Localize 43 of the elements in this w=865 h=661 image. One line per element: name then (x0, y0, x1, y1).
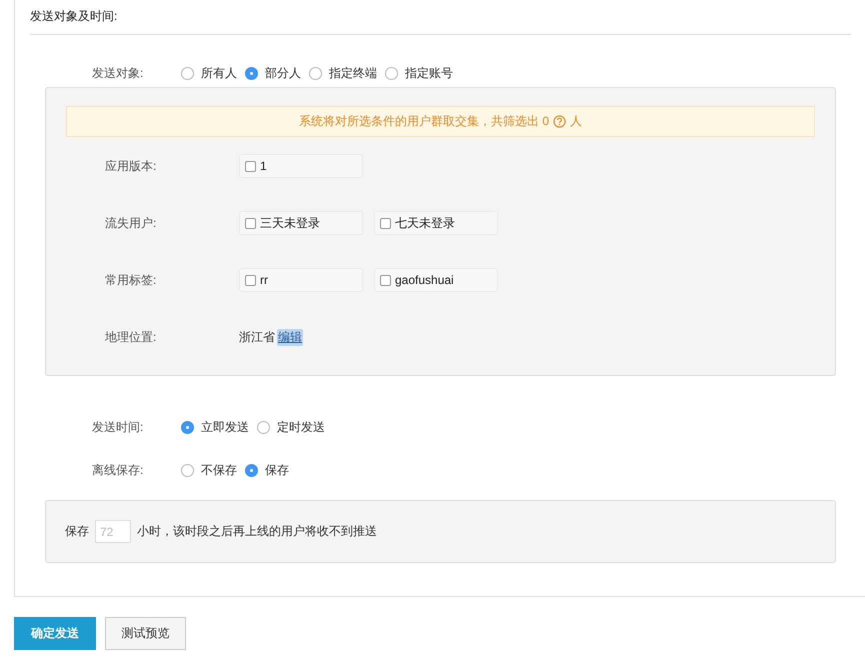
radio-button[interactable] (181, 420, 194, 434)
radio-label[interactable]: 定时发送 (277, 418, 325, 436)
radio-label[interactable]: 指定终端 (329, 64, 377, 82)
radio-label[interactable]: 不保存 (201, 462, 237, 478)
radio-button[interactable] (181, 464, 194, 476)
field-label: 应用版本: (105, 158, 158, 174)
edit-link[interactable]: 编辑 (277, 328, 303, 346)
radio-button[interactable] (309, 66, 322, 80)
retention-label: 保存 (65, 523, 89, 540)
checkbox-option[interactable]: rr (239, 268, 363, 292)
preview-button[interactable]: 测试预览 (105, 617, 186, 650)
radio-label[interactable]: 指定账号 (405, 64, 453, 82)
notice-text: 系统将对所选条件的用户群取交集，共筛选出 0 (298, 113, 549, 130)
location-value: 浙江省 (239, 328, 275, 346)
checkbox[interactable] (380, 218, 391, 228)
radio-button[interactable] (181, 66, 194, 80)
checkbox[interactable] (245, 160, 256, 172)
radio-label[interactable]: 保存 (265, 462, 289, 478)
checkbox-option[interactable]: 七天未登录 (374, 211, 498, 235)
checkbox[interactable] (380, 274, 391, 286)
radio-label[interactable]: 立即发送 (201, 418, 249, 436)
hours-input[interactable]: 72 (95, 520, 131, 543)
checkbox-option[interactable]: gaofushuai (374, 268, 498, 292)
checkbox-option[interactable]: 三天未登录 (239, 211, 363, 235)
checkbox-option[interactable]: 1 (239, 154, 363, 178)
radio-button[interactable] (257, 420, 270, 434)
section-title: 发送对象及时间: (30, 9, 118, 23)
field-label: 离线保存: (92, 462, 144, 478)
field-label: 常用标签: (105, 272, 158, 288)
notice-text: 人 (570, 113, 582, 130)
radio-button[interactable] (385, 66, 398, 80)
field-label: 流失用户: (105, 214, 158, 232)
help-icon[interactable] (553, 115, 566, 128)
field-label: 发送对象: (92, 64, 144, 82)
radio-button[interactable] (245, 464, 258, 476)
radio-button[interactable] (245, 66, 258, 80)
radio-label[interactable]: 部分人 (265, 64, 301, 82)
checkbox[interactable] (245, 218, 256, 228)
field-label: 发送时间: (92, 418, 144, 436)
field-label: 地理位置: (105, 328, 158, 346)
retention-text: 小时，该时段之后再上线的用户将收不到推送 (137, 523, 377, 540)
checkbox[interactable] (245, 274, 256, 286)
radio-label[interactable]: 所有人 (201, 64, 237, 82)
